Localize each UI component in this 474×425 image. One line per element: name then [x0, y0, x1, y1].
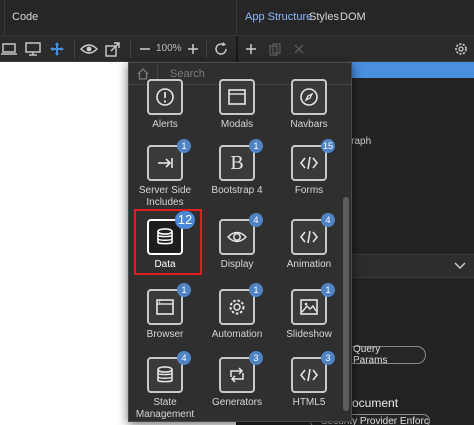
- component-alerts[interactable]: Alerts: [131, 79, 199, 147]
- component-label: HTML5: [292, 397, 326, 408]
- count-badge: 1: [249, 283, 263, 297]
- count-badge: 1: [177, 283, 191, 297]
- component-server-side-includes[interactable]: 1 Server Side Includes: [131, 139, 199, 213]
- toolbar-divider: [74, 40, 75, 58]
- alert-icon: [147, 79, 183, 115]
- add-icon[interactable]: [242, 40, 260, 58]
- modal-icon: [219, 79, 255, 115]
- tab-divider: [236, 0, 237, 36]
- popup-scrollbar[interactable]: [343, 197, 349, 411]
- close-icon[interactable]: [290, 40, 308, 58]
- component-label: Navbars: [290, 119, 328, 130]
- refresh-icon[interactable]: [212, 40, 230, 58]
- component-label: Bootstrap 4: [211, 185, 263, 196]
- count-badge: 1: [321, 283, 335, 297]
- eye-icon[interactable]: [80, 40, 98, 58]
- component-label: State Management: [135, 397, 195, 420]
- component-bootstrap-4[interactable]: B 1 Bootstrap 4: [203, 139, 271, 213]
- chevron-down-icon[interactable]: [454, 259, 466, 273]
- plus-icon[interactable]: [184, 40, 202, 58]
- component-label: Slideshow: [286, 329, 332, 340]
- component-label: Forms: [294, 185, 324, 196]
- move-icon[interactable]: [48, 40, 66, 58]
- settings-icon[interactable]: [452, 40, 470, 58]
- count-badge: 15: [321, 139, 336, 153]
- copy-icon[interactable]: [266, 40, 284, 58]
- tab-dom[interactable]: DOM: [340, 11, 366, 23]
- compass-icon: [291, 79, 327, 115]
- laptop-icon[interactable]: [0, 40, 18, 58]
- component-forms[interactable]: 15 Forms: [275, 139, 343, 213]
- query-params-button[interactable]: Query Params: [342, 344, 426, 366]
- selection-highlight: [134, 209, 202, 275]
- count-badge: 1: [177, 139, 191, 153]
- toolbar-divider: [130, 40, 131, 58]
- minus-icon[interactable]: [136, 40, 154, 58]
- component-navbars[interactable]: Navbars: [275, 79, 343, 147]
- component-label: Alerts: [152, 119, 178, 130]
- component-html5[interactable]: 3 HTML5: [275, 351, 343, 421]
- component-automation[interactable]: 1 Automation: [203, 283, 271, 357]
- component-label: Modals: [220, 119, 254, 130]
- tab-code[interactable]: Code: [12, 11, 38, 23]
- tab-app-structure[interactable]: App Structure: [245, 11, 312, 23]
- component-animation[interactable]: 4 Animation: [275, 213, 343, 287]
- component-label: Display: [220, 259, 254, 270]
- count-badge: 4: [177, 351, 191, 365]
- component-label: Browser: [146, 329, 184, 340]
- monitor-icon[interactable]: [24, 40, 42, 58]
- toolbar-divider: [206, 40, 207, 58]
- zoom-level: 100%: [156, 43, 182, 54]
- component-display[interactable]: 4 Display: [203, 213, 271, 287]
- count-badge: 4: [249, 213, 263, 227]
- top-tab-bar: Code App Structure Styles DOM: [0, 0, 474, 36]
- tab-divider: [4, 0, 5, 36]
- count-badge: 3: [321, 351, 335, 365]
- count-badge: 3: [249, 351, 263, 365]
- component-slideshow[interactable]: 1 Slideshow: [275, 283, 343, 357]
- component-browser[interactable]: 1 Browser: [131, 283, 199, 357]
- component-state-management[interactable]: 4 State Management: [131, 351, 199, 421]
- count-badge: 1: [249, 139, 263, 153]
- tab-styles[interactable]: Styles: [309, 11, 339, 23]
- query-params-label: Query Params: [353, 344, 388, 366]
- component-modals[interactable]: Modals: [203, 79, 271, 147]
- component-generators[interactable]: 3 Generators: [203, 351, 271, 421]
- component-label: Animation: [286, 259, 332, 270]
- share-icon[interactable]: [104, 40, 122, 58]
- component-label: Server Side Includes: [138, 185, 192, 208]
- component-label: Automation: [211, 329, 263, 340]
- document-heading: ocument: [352, 396, 399, 410]
- component-label: Generators: [211, 397, 263, 408]
- count-badge: 4: [321, 213, 335, 227]
